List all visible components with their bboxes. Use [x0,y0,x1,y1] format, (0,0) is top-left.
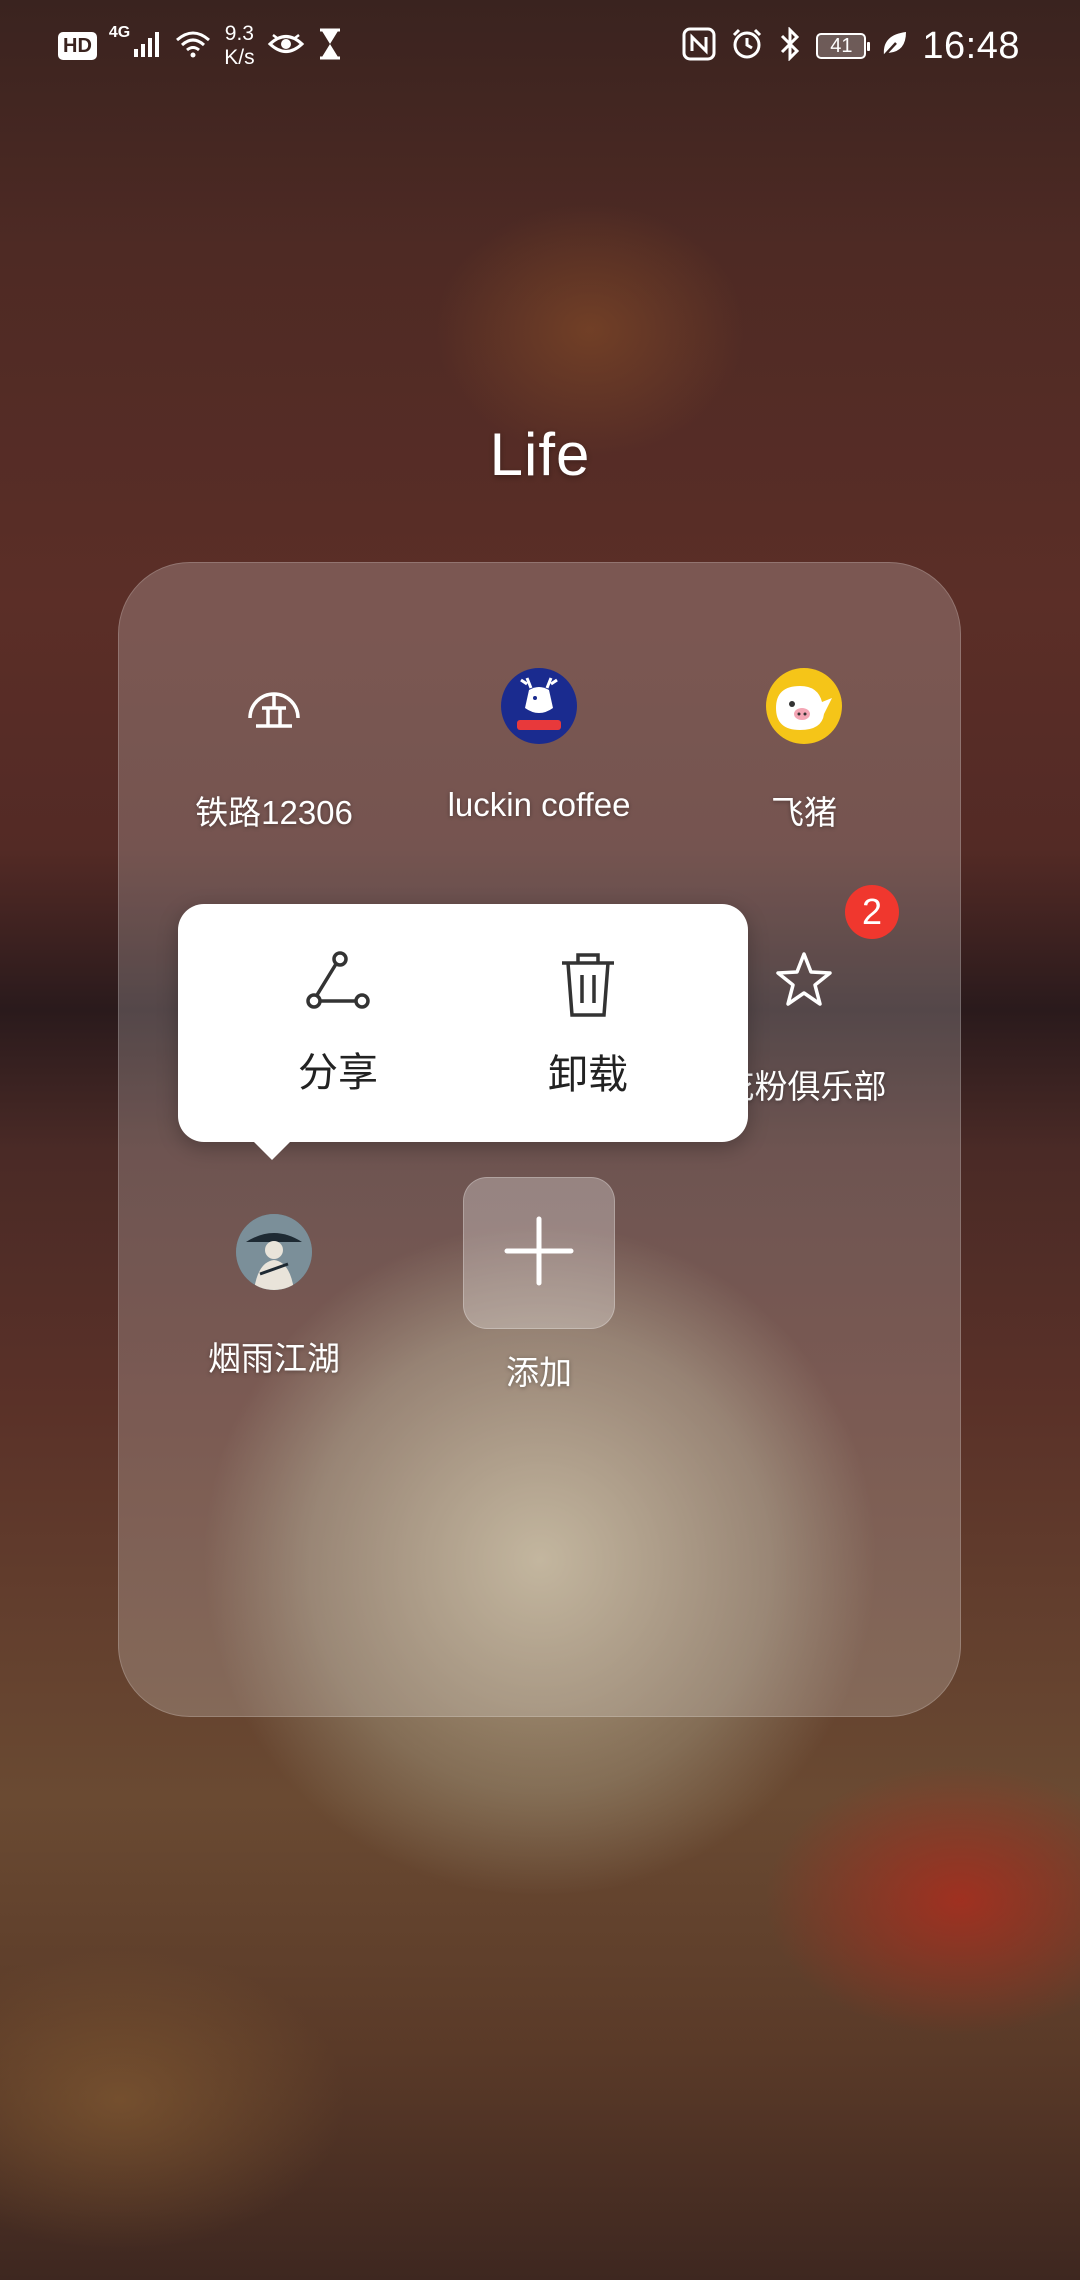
share-menu-item[interactable]: 分享 [218,949,458,1098]
battery-level: 41 [830,34,853,57]
context-menu-arrow [252,1140,292,1160]
network-speed: 9.3 K/s [224,22,254,70]
app-railway-12306[interactable]: 铁路12306 [139,668,409,834]
status-bar: HD 4G 9.3 K/s 41 16:48 [0,0,1080,92]
share-label: 分享 [298,1051,378,1095]
app-label: 飞猪 [771,794,837,831]
app-luckin-coffee[interactable]: luckin coffee [404,668,674,824]
trash-icon [552,953,624,1025]
uninstall-label: 卸载 [548,1053,628,1097]
fliggy-pig-icon [766,668,842,744]
app-label: 烟雨江湖 [208,1340,340,1377]
share-icon [302,951,374,1017]
network-type: 4G [108,24,131,41]
eye-icon [267,29,305,64]
speed-unit: K/s [224,46,255,69]
alarm-icon [730,27,764,66]
app-yanyu-jianghu[interactable]: 烟雨江湖 [139,1214,409,1380]
railway-icon [236,668,312,744]
hd-badge: HD [58,32,97,60]
clock: 16:48 [922,24,1020,67]
notification-badge: 2 [845,885,899,939]
nfc-icon [682,27,716,66]
wifi-icon [174,29,212,64]
signal-icon [132,29,162,64]
folder-title[interactable]: Life [0,420,1080,489]
luckin-deer-icon [501,668,577,744]
battery-icon: 41 [816,33,871,59]
bluetooth-icon [778,25,802,66]
add-app-label: 添加 [506,1354,572,1391]
game-avatar-icon [236,1214,312,1290]
app-context-menu: 分享 卸载 [178,904,748,1142]
app-fliggy[interactable]: 飞猪 [669,668,939,834]
hourglass-icon [317,28,343,65]
uninstall-menu-item[interactable]: 卸载 [468,949,708,1100]
speed-value: 9.3 [224,22,254,45]
app-label: 铁路12306 [195,794,353,831]
star-icon [766,942,842,1018]
app-label: luckin coffee [447,786,631,823]
add-app-label-wrap: 添加 [404,1276,674,1394]
leaf-icon [880,29,908,64]
